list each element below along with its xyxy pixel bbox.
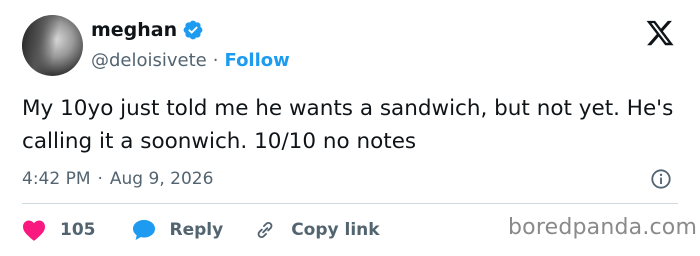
separator-dot: · <box>97 169 103 189</box>
copy-link-label: Copy link <box>291 220 380 240</box>
heart-icon <box>23 220 45 241</box>
tweet-actions: 105 Reply Copy link <box>22 214 380 246</box>
reply-button[interactable]: Reply <box>132 219 224 241</box>
tweet-time: 4:42 PM <box>22 169 91 189</box>
like-count: 105 <box>60 220 96 240</box>
verified-badge-icon <box>183 20 203 40</box>
watermark: boredpanda.com <box>508 215 698 240</box>
tweet-timestamp[interactable]: 4:42 PM · Aug 9, 2026 <box>22 166 213 192</box>
author-display-name[interactable]: meghan <box>91 19 177 41</box>
link-icon <box>257 221 273 239</box>
author-name-row: meghan <box>91 16 204 44</box>
author-handle-row: @deloisivete · Follow <box>91 46 290 74</box>
tweet-date: Aug 9, 2026 <box>109 169 214 189</box>
reply-label: Reply <box>169 220 224 240</box>
avatar[interactable] <box>22 15 83 76</box>
avatar-image <box>22 15 83 76</box>
x-logo-icon[interactable] <box>645 18 675 48</box>
divider <box>22 203 678 204</box>
tweet-text: My 10yo just told me he wants a sandwich… <box>22 96 674 154</box>
author-handle[interactable]: @deloisivete <box>91 50 207 71</box>
separator-dot: · <box>212 49 219 71</box>
copy-link-button[interactable]: Copy link <box>253 219 380 241</box>
info-icon[interactable] <box>650 168 672 190</box>
tweet-card: meghan @deloisivete · Follow My 10yo jus… <box>0 0 700 256</box>
follow-button[interactable]: Follow <box>225 50 290 71</box>
speech-bubble-icon <box>132 220 155 240</box>
like-button[interactable]: 105 <box>22 219 96 241</box>
